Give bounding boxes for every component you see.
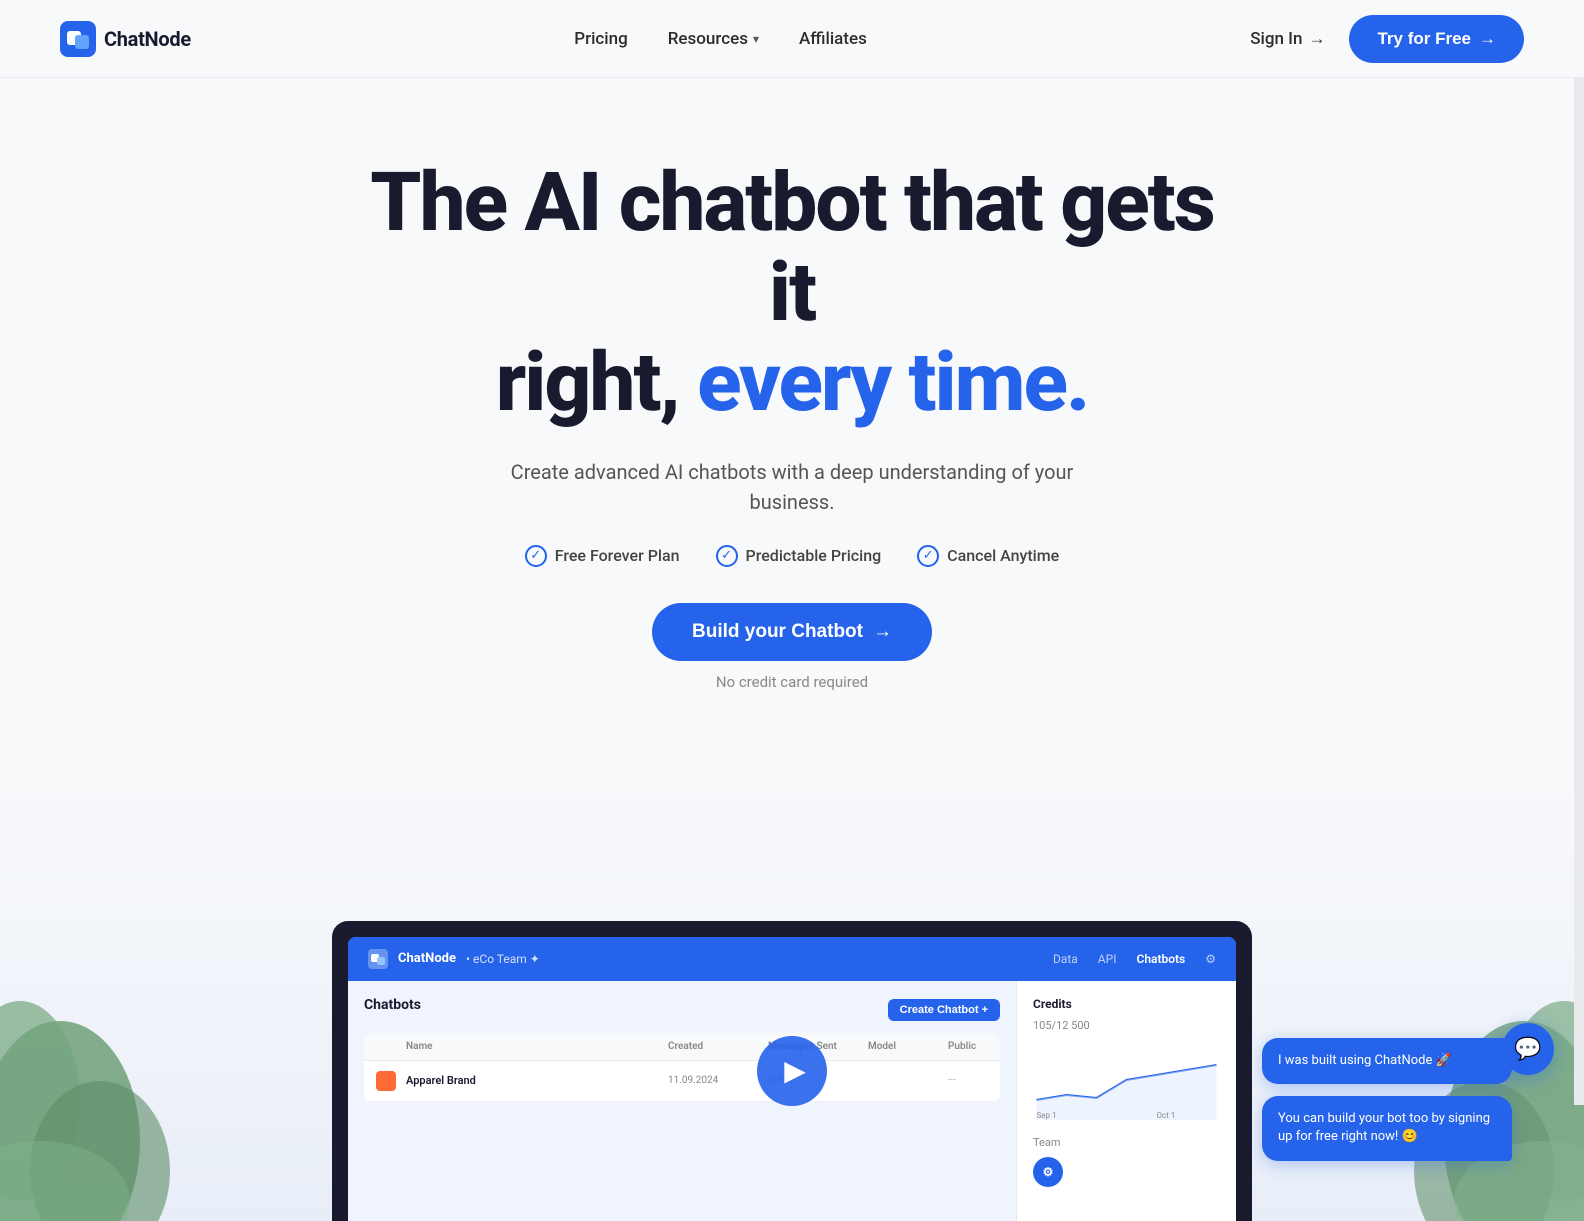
credits-chart: Sep 1 Oct 1 bbox=[1033, 1040, 1220, 1120]
table-row: Apparel Brand 11.09.2024 2/590 ··· bbox=[364, 1061, 1000, 1102]
team-avatar: ⚙ bbox=[1033, 1157, 1063, 1187]
chat-bubble-1: I was built using ChatNode 🚀 bbox=[1262, 1038, 1512, 1084]
check-icon-3: ✓ bbox=[917, 545, 939, 567]
hero-badges: ✓ Free Forever Plan ✓ Predictable Pricin… bbox=[525, 545, 1060, 567]
no-credit-card-label: No credit card required bbox=[716, 673, 868, 691]
app-header: ChatNode • eCo Team ✦ Data API Chatbots … bbox=[348, 937, 1236, 981]
credits-title: Credits bbox=[1033, 997, 1220, 1011]
try-free-button[interactable]: Try for Free → bbox=[1349, 15, 1524, 63]
hero-cta: Build your Chatbot → No credit card requ… bbox=[652, 603, 932, 691]
app-section-title: Chatbots bbox=[364, 997, 421, 1013]
app-nav-api: API bbox=[1098, 952, 1117, 966]
app-nav-chatbots: Chatbots bbox=[1136, 952, 1185, 966]
navbar: ChatNode Pricing Resources ▾ Affiliates … bbox=[0, 0, 1584, 78]
app-chatbots-table: Name Created Messages Sent Model Public … bbox=[364, 1033, 1000, 1102]
logo-link[interactable]: ChatNode bbox=[60, 21, 191, 57]
play-button[interactable]: ▶ bbox=[757, 1036, 827, 1106]
build-chatbot-button[interactable]: Build your Chatbot → bbox=[652, 603, 932, 661]
app-main: Chatbots Create Chatbot + Name Created M… bbox=[348, 981, 1016, 1221]
demo-inner: ChatNode • eCo Team ✦ Data API Chatbots … bbox=[0, 921, 1584, 1221]
svg-text:Oct 1: Oct 1 bbox=[1157, 1111, 1176, 1120]
chatnode-logo-icon bbox=[60, 21, 96, 57]
row-brand-icon bbox=[376, 1071, 396, 1091]
nav-resources[interactable]: Resources ▾ bbox=[668, 29, 759, 49]
app-create-chatbot-button[interactable]: Create Chatbot + bbox=[888, 999, 1000, 1021]
app-header-nav: Data API Chatbots ⚙ bbox=[1053, 952, 1216, 966]
check-icon-1: ✓ bbox=[525, 545, 547, 567]
navbar-center: Pricing Resources ▾ Affiliates bbox=[574, 29, 867, 49]
brand-name: ChatNode bbox=[104, 27, 191, 51]
team-label: Team bbox=[1033, 1136, 1220, 1149]
app-brand-label: ChatNode bbox=[398, 951, 456, 966]
badge-free-forever: ✓ Free Forever Plan bbox=[525, 545, 680, 567]
arrow-right-icon: → bbox=[1308, 29, 1325, 49]
badge-cancel-anytime: ✓ Cancel Anytime bbox=[917, 545, 1059, 567]
laptop-and-chat: ChatNode • eCo Team ✦ Data API Chatbots … bbox=[332, 921, 1252, 1221]
chat-bubble-2: You can build your bot too by signing up… bbox=[1262, 1096, 1512, 1160]
check-icon-2: ✓ bbox=[716, 545, 738, 567]
app-logo-icon bbox=[368, 949, 388, 969]
demo-section: ChatNode • eCo Team ✦ Data API Chatbots … bbox=[0, 781, 1584, 1221]
row-name: Apparel Brand bbox=[406, 1074, 668, 1087]
credits-count: 105/12 500 bbox=[1033, 1019, 1220, 1032]
hero-section: The AI chatbot that gets it right, every… bbox=[0, 78, 1584, 751]
row-created: 11.09.2024 bbox=[668, 1075, 768, 1086]
navbar-right: Sign In → Try for Free → bbox=[1250, 15, 1524, 63]
app-header-left: ChatNode • eCo Team ✦ bbox=[368, 949, 540, 969]
svg-text:Sep 1: Sep 1 bbox=[1037, 1111, 1057, 1120]
hero-subtitle: Create advanced AI chatbots with a deep … bbox=[492, 457, 1092, 517]
sign-in-link[interactable]: Sign In → bbox=[1250, 29, 1325, 49]
badge-predictable-pricing: ✓ Predictable Pricing bbox=[716, 545, 882, 567]
chat-bubbles: I was built using ChatNode 🚀 You can bui… bbox=[1262, 1038, 1512, 1161]
app-sidebar: Credits 105/12 500 Sep 1 Oct 1 Team ⚙ bbox=[1016, 981, 1236, 1221]
resources-chevron-icon: ▾ bbox=[753, 32, 759, 46]
table-header: Name Created Messages Sent Model Public bbox=[364, 1033, 1000, 1061]
app-nav-settings: ⚙ bbox=[1205, 952, 1216, 966]
hero-title: The AI chatbot that gets it right, every… bbox=[342, 158, 1242, 429]
app-toolbar: Chatbots Create Chatbot + bbox=[364, 997, 1000, 1023]
app-nav-data: Data bbox=[1053, 952, 1078, 966]
arrow-right-icon: → bbox=[873, 621, 892, 643]
arrow-right-icon: → bbox=[1479, 29, 1496, 49]
nav-affiliates[interactable]: Affiliates bbox=[799, 29, 867, 49]
app-team-label: • eCo Team ✦ bbox=[466, 952, 540, 966]
play-icon: ▶ bbox=[784, 1054, 806, 1087]
row-public: ··· bbox=[948, 1075, 988, 1086]
nav-pricing[interactable]: Pricing bbox=[574, 29, 628, 49]
